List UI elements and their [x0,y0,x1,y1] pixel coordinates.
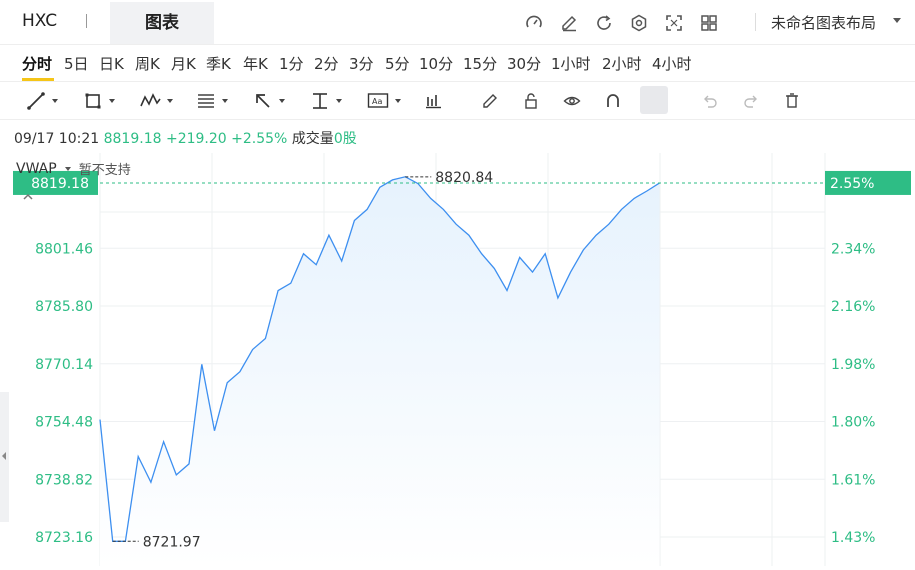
y-tick-label: 8738.82 [35,472,93,488]
y-tick-label-pct: 1.98% [831,357,875,373]
y-tick-label-pct: 1.43% [831,530,875,546]
right-axis: 2.34% 2.16% 1.98% 1.80% 1.61% 1.43% [831,241,875,546]
low-label: 8721.97 [143,534,201,550]
indicator-legend: VWAP 暂不支持 [16,159,131,179]
left-axis: 8801.46 8785.80 8770.14 8754.48 8738.82 8723.… [35,241,93,546]
quote-bar: 09/17 10:21 8819.18 +219.20 +2.55% 成交量0股 [14,128,357,148]
volume-label: 成交量 [291,131,334,147]
y-tick-label: 8754.48 [35,415,93,431]
price-area [99,176,825,567]
y-tick-label: 8770.14 [35,357,93,373]
chevron-down-icon[interactable] [64,166,71,171]
y-tick-label: 8801.46 [35,241,93,257]
current-price-label: 8819.18 [31,176,89,192]
quote-change: +219.20 [165,131,227,147]
y-tick-label-pct: 2.34% [831,241,875,257]
y-tick-label-pct: 2.16% [831,299,875,315]
quote-price: 8819.18 [103,131,162,147]
current-pct-label: 2.55% [830,176,874,192]
indicator-status: 暂不支持 [78,163,131,178]
y-tick-label: 8785.80 [35,299,93,315]
price-chart[interactable]: 盘中行情 8801.468785.808770.148754.488738.82… [0,0,915,570]
high-label: 8820.84 [435,170,493,186]
volume-value: 0股 [333,131,357,147]
side-panel-handle[interactable] [0,392,9,522]
collapse-icon[interactable] [22,186,34,205]
indicator-name[interactable]: VWAP [16,161,57,177]
quote-time: 09/17 10:21 [14,131,100,147]
price-area-fill [100,176,660,567]
y-tick-label: 8723.16 [35,530,93,546]
quote-change-pct: +2.55% [231,131,288,147]
chevron-left-icon [2,452,6,460]
y-tick-label-pct: 1.80% [831,415,875,431]
y-tick-label-pct: 1.61% [831,472,875,488]
